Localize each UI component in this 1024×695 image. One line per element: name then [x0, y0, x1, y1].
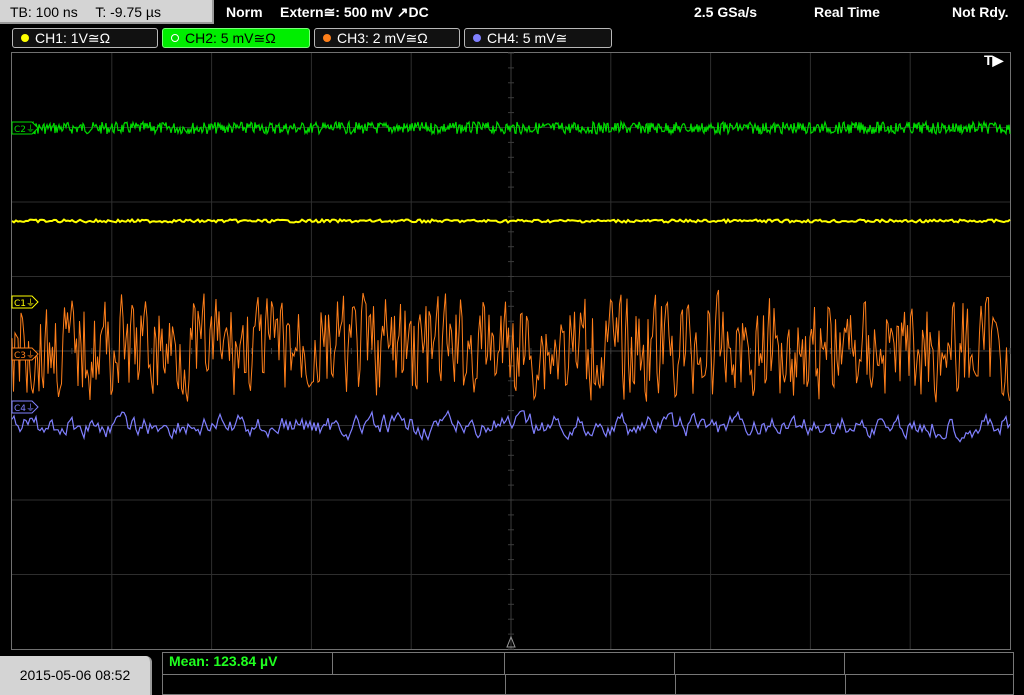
meas-divider: [845, 675, 846, 695]
measurement-mean: Mean: 123.84 µV: [169, 653, 278, 669]
meas-cell[interactable]: [675, 653, 845, 674]
date-time: 2015-05-06 08:52: [0, 656, 152, 695]
meas-cell[interactable]: [505, 653, 675, 674]
ch1-ground-marker: C1⏚: [11, 295, 39, 309]
graticule-grid: [11, 52, 1011, 650]
meas-divider: [675, 675, 676, 695]
ch4-ground-marker: C4⏚: [11, 400, 39, 414]
trigger-position-marker[interactable]: T▶: [984, 52, 1003, 69]
meas-divider: [505, 675, 506, 695]
meas-divider: [163, 674, 1013, 675]
waveform-traces: C2⏚ C1⏚ C3⏚ C4⏚: [11, 52, 1011, 650]
measurement-panel: [162, 652, 1014, 695]
meas-cell[interactable]: [845, 653, 1013, 674]
ch3-ground-marker: C3⏚: [11, 347, 39, 361]
channel-marker-label: C2⏚: [14, 124, 35, 135]
meas-cell[interactable]: [333, 653, 505, 674]
channel-marker-label: C3⏚: [14, 350, 35, 361]
channel-marker-label: C4⏚: [14, 403, 35, 414]
ch2-ground-marker: C2⏚: [11, 121, 39, 135]
channel-marker-label: C1⏚: [14, 298, 35, 309]
